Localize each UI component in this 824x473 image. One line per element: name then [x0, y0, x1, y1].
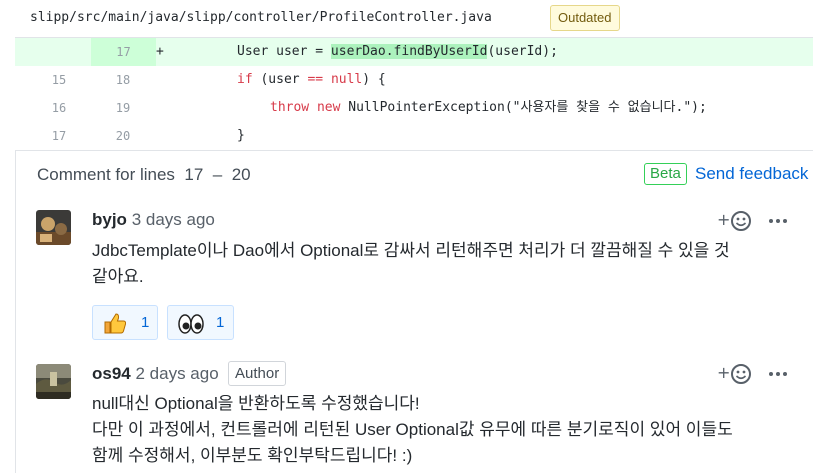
code-line: } — [237, 128, 245, 143]
diff-row: 15 18 if (user == null) { — [15, 66, 813, 94]
outdated-badge: Outdated — [550, 5, 620, 31]
more-options-icon[interactable] — [768, 213, 788, 233]
code-highlight: userDao.findByUserId — [330, 44, 488, 59]
add-reaction-icon[interactable]: + — [717, 210, 753, 236]
comment-header: byjo 3 days ago — [92, 210, 215, 230]
add-reaction-icon[interactable]: + — [717, 363, 753, 389]
reaction-eyes[interactable]: 1 — [167, 305, 234, 340]
eyes-icon — [178, 314, 204, 334]
added-marker: + — [156, 44, 164, 59]
new-line-number[interactable]: 19 — [91, 94, 155, 122]
comment-author[interactable]: byjo — [92, 210, 127, 229]
diff-row: 17 + User user = userDao.findByUserId(us… — [15, 38, 813, 66]
old-line-number[interactable]: 15 — [27, 66, 91, 94]
comment-lines-heading: Comment for lines 17 – 20 — [37, 165, 251, 184]
file-header: slipp/src/main/java/slipp/controller/Pro… — [15, 0, 813, 38]
code-line: User user = userDao.findByUserId(userId)… — [237, 44, 558, 59]
author-badge: Author — [228, 361, 287, 386]
file-path[interactable]: slipp/src/main/java/slipp/controller/Pro… — [30, 10, 492, 25]
reaction-count: 1 — [141, 314, 150, 331]
reaction-thumbs-up[interactable]: 1 — [92, 305, 158, 340]
diff-row: 16 19 throw new NullPointerException("사용… — [15, 94, 813, 122]
comment-body: null대신 Optional을 반환하도록 수정했습니다! 다만 이 과정에서… — [92, 394, 733, 465]
old-line-number[interactable]: 16 — [27, 94, 91, 122]
comment-time[interactable]: 2 days ago — [135, 364, 218, 383]
more-options-icon[interactable] — [768, 366, 788, 386]
diff-row: 17 20 } — [15, 122, 813, 150]
new-line-number[interactable]: 18 — [91, 66, 155, 94]
new-line-number[interactable]: 20 — [91, 122, 155, 150]
avatar[interactable] — [36, 210, 71, 245]
svg-text:+: + — [717, 363, 730, 382]
comment-header: os94 2 days ago — [92, 364, 219, 384]
new-line-number[interactable]: 17 — [91, 38, 156, 66]
old-line-number[interactable] — [27, 38, 91, 66]
comment-body: JdbcTemplate이나 Dao에서 Optional로 감싸서 리턴해주면… — [92, 241, 730, 286]
code-line: throw new NullPointerException("사용자를 찾을 … — [270, 100, 707, 115]
diff-code: 17 + User user = userDao.findByUserId(us… — [15, 38, 813, 150]
svg-text:+: + — [717, 210, 730, 229]
reaction-count: 1 — [216, 314, 225, 331]
old-line-number[interactable]: 17 — [27, 122, 91, 150]
comment-time[interactable]: 3 days ago — [132, 210, 215, 229]
code-line: if (user == null) { — [237, 72, 386, 87]
comment-thread: Comment for lines 17 – 20 Beta Send feed… — [15, 150, 813, 473]
send-feedback-link[interactable]: Send feedback — [695, 164, 808, 184]
avatar[interactable] — [36, 364, 71, 399]
beta-badge: Beta — [644, 163, 687, 185]
thumbs-up-icon — [104, 313, 127, 334]
comment-author[interactable]: os94 — [92, 364, 131, 383]
